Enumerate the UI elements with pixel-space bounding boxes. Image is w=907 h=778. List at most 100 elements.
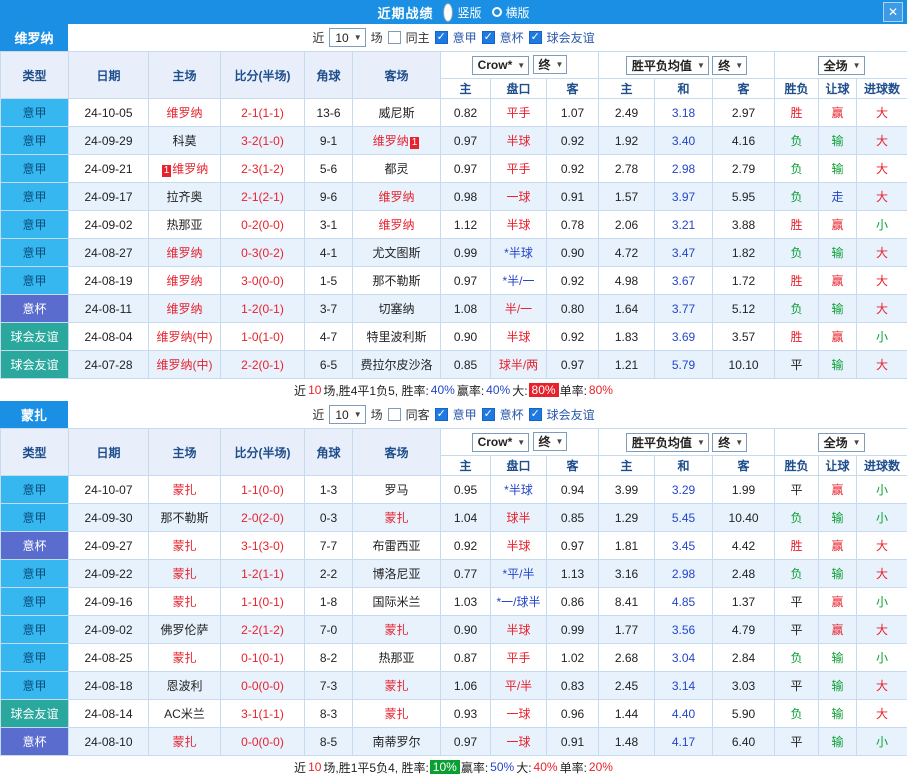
- close-button[interactable]: ✕: [883, 2, 903, 22]
- handicap: 球半: [491, 504, 547, 532]
- scope-controls: 全场 ▼: [775, 429, 907, 456]
- match-count-select[interactable]: 10 ▼: [329, 405, 365, 424]
- league-type-cell: 意甲: [1, 99, 69, 127]
- scope-select[interactable]: 全场 ▼: [818, 433, 865, 452]
- handicap-result: 赢: [819, 616, 857, 644]
- home-team: 1维罗纳: [149, 155, 221, 183]
- col-header-away: 客场: [353, 429, 441, 476]
- euro-away-odds: 3.57: [713, 323, 775, 351]
- col-header-euro-draw: 和: [655, 79, 713, 99]
- summary-segment: 10%: [430, 760, 460, 774]
- friendly-checkbox[interactable]: [529, 31, 542, 44]
- col-header-away: 客场: [353, 52, 441, 99]
- match-row: 意甲24-09-16蒙扎1-1(0-1)1-8国际米兰1.03*一/球半0.86…: [1, 588, 907, 616]
- asia-home-odds: 1.03: [441, 588, 491, 616]
- asia-home-odds: 1.04: [441, 504, 491, 532]
- score: 0-3(0-2): [221, 239, 305, 267]
- score: 1-1(0-1): [221, 588, 305, 616]
- match-row: 意杯24-09-27蒙扎3-1(3-0)7-7布雷西亚0.92半球0.971.8…: [1, 532, 907, 560]
- goals-result: 小: [857, 588, 907, 616]
- scope-value: 全场: [824, 434, 848, 451]
- scope-select[interactable]: 全场 ▼: [818, 56, 865, 75]
- corners: 4-1: [305, 239, 353, 267]
- result: 负: [775, 504, 819, 532]
- league-type-cell: 意杯: [1, 532, 69, 560]
- home-team: 蒙扎: [149, 728, 221, 756]
- handicap: 半球: [491, 323, 547, 351]
- close-icon: ✕: [888, 5, 898, 19]
- layout-radio-horizontal[interactable]: 横版: [492, 4, 530, 21]
- bookmaker-select[interactable]: Crow* ▼: [472, 433, 530, 452]
- goals-result: 小: [857, 728, 907, 756]
- col-header-corner: 角球: [305, 429, 353, 476]
- corners: 13-6: [305, 99, 353, 127]
- match-date: 24-08-11: [69, 295, 149, 323]
- summary-segment: 20%: [588, 760, 614, 774]
- goals-result: 大: [857, 155, 907, 183]
- corners: 9-1: [305, 127, 353, 155]
- italy-cup-checkbox[interactable]: [482, 408, 495, 421]
- asia-time-select[interactable]: 终 ▼: [533, 432, 568, 451]
- asia-away-odds: 0.92: [547, 127, 599, 155]
- team-name: 维罗纳: [0, 24, 68, 51]
- asia-time-select[interactable]: 终 ▼: [533, 55, 568, 74]
- league-type-cell: 意甲: [1, 672, 69, 700]
- handicap: *一/球半: [491, 588, 547, 616]
- euro-draw-odds: 3.67: [655, 267, 713, 295]
- asia-away-odds: 0.92: [547, 155, 599, 183]
- serie-a-checkbox[interactable]: [435, 408, 448, 421]
- bookmaker-value: Crow*: [478, 435, 513, 449]
- home-team: 维罗纳: [149, 295, 221, 323]
- corners: 4-7: [305, 323, 353, 351]
- league-type-cell: 意甲: [1, 267, 69, 295]
- handicap-result: 赢: [819, 476, 857, 504]
- score: 2-3(1-2): [221, 155, 305, 183]
- match-row: 意甲24-09-17拉齐奥2-1(2-1)9-6维罗纳0.98一球0.911.5…: [1, 183, 907, 211]
- match-date: 24-08-04: [69, 323, 149, 351]
- euro-draw-odds: 3.69: [655, 323, 713, 351]
- asia-away-odds: 0.86: [547, 588, 599, 616]
- handicap-result: 赢: [819, 99, 857, 127]
- serie-a-checkbox[interactable]: [435, 31, 448, 44]
- match-count-select[interactable]: 10 ▼: [329, 28, 365, 47]
- euro-away-odds: 1.99: [713, 476, 775, 504]
- col-header-home: 主场: [149, 429, 221, 476]
- summary-segment: 80%: [588, 383, 614, 397]
- summary-segment: 40%: [533, 760, 559, 774]
- result: 负: [775, 644, 819, 672]
- euro-time-value: 终: [718, 434, 730, 451]
- corners: 1-8: [305, 588, 353, 616]
- same-venue-checkbox[interactable]: [388, 408, 401, 421]
- handicap: 平手: [491, 644, 547, 672]
- asia-away-odds: 0.90: [547, 239, 599, 267]
- bookmaker-select[interactable]: Crow* ▼: [472, 56, 530, 75]
- league-type-cell: 球会友谊: [1, 323, 69, 351]
- match-row: 意甲24-09-02热那亚0-2(0-0)3-1维罗纳1.12半球0.782.0…: [1, 211, 907, 239]
- friendly-checkbox[interactable]: [529, 408, 542, 421]
- italy-cup-checkbox[interactable]: [482, 31, 495, 44]
- summary-segment: 10: [307, 383, 322, 397]
- chevron-down-icon: ▼: [697, 438, 705, 447]
- result: 胜: [775, 99, 819, 127]
- col-header-euro-away: 客: [713, 456, 775, 476]
- match-date: 24-09-17: [69, 183, 149, 211]
- euro-time-select[interactable]: 终 ▼: [712, 56, 747, 75]
- col-header-asia-away: 客: [547, 456, 599, 476]
- record-summary: 近10场,胜4平1负5, 胜率:40% 赢率:40% 大: 80% 单率:80%: [0, 379, 907, 401]
- away-team: 特里波利斯: [353, 323, 441, 351]
- euro-draw-odds: 3.04: [655, 644, 713, 672]
- corners: 7-7: [305, 532, 353, 560]
- away-team: 都灵: [353, 155, 441, 183]
- result: 胜: [775, 267, 819, 295]
- handicap: 半球: [491, 211, 547, 239]
- layout-radio-vertical[interactable]: 竖版: [443, 3, 481, 22]
- same-venue-checkbox[interactable]: [388, 31, 401, 44]
- match-row: 意甲24-08-19维罗纳3-0(0-0)1-5那不勒斯0.97*半/一0.92…: [1, 267, 907, 295]
- asia-away-odds: 0.91: [547, 728, 599, 756]
- euro-time-select[interactable]: 终 ▼: [712, 433, 747, 452]
- euro-odds-type-select[interactable]: 胜平负均值 ▼: [626, 56, 709, 75]
- euro-odds-type-select[interactable]: 胜平负均值 ▼: [626, 433, 709, 452]
- score: 2-1(1-1): [221, 99, 305, 127]
- friendly-label: 球会友谊: [547, 406, 595, 423]
- asia-away-odds: 0.97: [547, 532, 599, 560]
